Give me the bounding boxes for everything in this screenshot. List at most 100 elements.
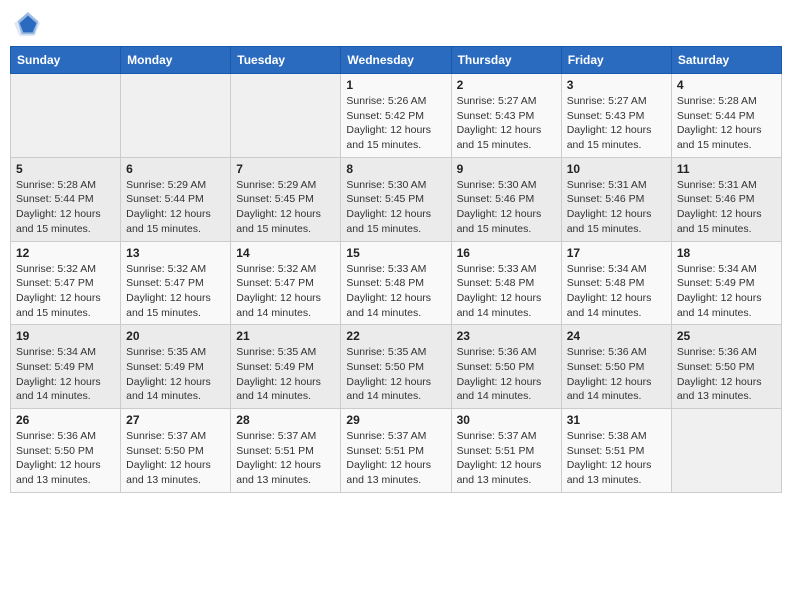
day-info: Sunrise: 5:36 AMSunset: 5:50 PMDaylight:… [567, 345, 666, 404]
calendar-cell: 29 Sunrise: 5:37 AMSunset: 5:51 PMDayligh… [341, 409, 451, 493]
calendar-cell: 5 Sunrise: 5:28 AMSunset: 5:44 PMDaylight… [11, 157, 121, 241]
day-info: Sunrise: 5:34 AMSunset: 5:49 PMDaylight:… [16, 345, 115, 404]
weekday-header-thursday: Thursday [451, 47, 561, 74]
weekday-header-sunday: Sunday [11, 47, 121, 74]
calendar-cell: 25 Sunrise: 5:36 AMSunset: 5:50 PMDayligh… [671, 325, 781, 409]
day-number: 19 [16, 329, 115, 343]
day-info: Sunrise: 5:36 AMSunset: 5:50 PMDaylight:… [16, 429, 115, 488]
day-number: 1 [346, 78, 445, 92]
day-number: 24 [567, 329, 666, 343]
weekday-header-monday: Monday [121, 47, 231, 74]
weekday-header-friday: Friday [561, 47, 671, 74]
day-number: 26 [16, 413, 115, 427]
calendar-cell: 28 Sunrise: 5:37 AMSunset: 5:51 PMDayligh… [231, 409, 341, 493]
day-number: 20 [126, 329, 225, 343]
day-info: Sunrise: 5:36 AMSunset: 5:50 PMDaylight:… [677, 345, 776, 404]
day-info: Sunrise: 5:36 AMSunset: 5:50 PMDaylight:… [457, 345, 556, 404]
day-info: Sunrise: 5:27 AMSunset: 5:43 PMDaylight:… [457, 94, 556, 153]
day-number: 23 [457, 329, 556, 343]
day-info: Sunrise: 5:35 AMSunset: 5:50 PMDaylight:… [346, 345, 445, 404]
day-number: 7 [236, 162, 335, 176]
day-number: 13 [126, 246, 225, 260]
calendar-cell: 27Sunrise: 5:37 AMSunset: 5:50 PMDayligh… [121, 409, 231, 493]
day-info: Sunrise: 5:32 AMSunset: 5:47 PMDaylight:… [126, 262, 225, 321]
day-info: Sunrise: 5:34 AMSunset: 5:48 PMDaylight:… [567, 262, 666, 321]
day-number: 3 [567, 78, 666, 92]
calendar-cell: 9 Sunrise: 5:30 AMSunset: 5:46 PMDaylight… [451, 157, 561, 241]
calendar-cell [231, 74, 341, 158]
day-number: 9 [457, 162, 556, 176]
calendar-cell: 19 Sunrise: 5:34 AMSunset: 5:49 PMDayligh… [11, 325, 121, 409]
day-number: 22 [346, 329, 445, 343]
day-info: Sunrise: 5:28 AMSunset: 5:44 PMDaylight:… [16, 178, 115, 237]
day-number: 12 [16, 246, 115, 260]
calendar-cell [671, 409, 781, 493]
day-info: Sunrise: 5:38 AMSunset: 5:51 PMDaylight:… [567, 429, 666, 488]
day-number: 10 [567, 162, 666, 176]
day-info: Sunrise: 5:35 AMSunset: 5:49 PMDaylight:… [236, 345, 335, 404]
calendar-cell: 22 Sunrise: 5:35 AMSunset: 5:50 PMDayligh… [341, 325, 451, 409]
day-info: Sunrise: 5:33 AMSunset: 5:48 PMDaylight:… [457, 262, 556, 321]
day-info: Sunrise: 5:33 AMSunset: 5:48 PMDaylight:… [346, 262, 445, 321]
calendar-cell: 10 Sunrise: 5:31 AMSunset: 5:46 PMDayligh… [561, 157, 671, 241]
calendar-cell: 26 Sunrise: 5:36 AMSunset: 5:50 PMDayligh… [11, 409, 121, 493]
day-info: Sunrise: 5:28 AMSunset: 5:44 PMDaylight:… [677, 94, 776, 153]
calendar-cell: 4 Sunrise: 5:28 AMSunset: 5:44 PMDaylight… [671, 74, 781, 158]
day-info: Sunrise: 5:27 AMSunset: 5:43 PMDaylight:… [567, 94, 666, 153]
calendar-cell: 3 Sunrise: 5:27 AMSunset: 5:43 PMDaylight… [561, 74, 671, 158]
calendar-cell: 21Sunrise: 5:35 AMSunset: 5:49 PMDayligh… [231, 325, 341, 409]
day-number: 25 [677, 329, 776, 343]
day-number: 5 [16, 162, 115, 176]
day-number: 28 [236, 413, 335, 427]
day-info: Sunrise: 5:35 AMSunset: 5:49 PMDaylight:… [126, 345, 225, 404]
calendar-cell: 12 Sunrise: 5:32 AMSunset: 5:47 PMDayligh… [11, 241, 121, 325]
calendar-cell: 8 Sunrise: 5:30 AMSunset: 5:45 PMDaylight… [341, 157, 451, 241]
calendar-cell [121, 74, 231, 158]
day-info: Sunrise: 5:29 AMSunset: 5:44 PMDaylight:… [126, 178, 225, 237]
logo-icon [14, 10, 42, 38]
day-info: Sunrise: 5:37 AMSunset: 5:50 PMDaylight:… [126, 429, 225, 488]
calendar-cell [11, 74, 121, 158]
day-number: 8 [346, 162, 445, 176]
day-info: Sunrise: 5:31 AMSunset: 5:46 PMDaylight:… [567, 178, 666, 237]
day-info: Sunrise: 5:37 AMSunset: 5:51 PMDaylight:… [236, 429, 335, 488]
day-number: 6 [126, 162, 225, 176]
day-info: Sunrise: 5:30 AMSunset: 5:45 PMDaylight:… [346, 178, 445, 237]
calendar-week-4: 19 Sunrise: 5:34 AMSunset: 5:49 PMDayligh… [11, 325, 782, 409]
calendar-cell: 14Sunrise: 5:32 AMSunset: 5:47 PMDayligh… [231, 241, 341, 325]
day-info: Sunrise: 5:31 AMSunset: 5:46 PMDaylight:… [677, 178, 776, 237]
calendar-cell: 24 Sunrise: 5:36 AMSunset: 5:50 PMDayligh… [561, 325, 671, 409]
day-number: 17 [567, 246, 666, 260]
calendar-cell: 30Sunrise: 5:37 AMSunset: 5:51 PMDayligh… [451, 409, 561, 493]
calendar-cell: 2 Sunrise: 5:27 AMSunset: 5:43 PMDaylight… [451, 74, 561, 158]
calendar-cell: 13 Sunrise: 5:32 AMSunset: 5:47 PMDayligh… [121, 241, 231, 325]
day-info: Sunrise: 5:26 AMSunset: 5:42 PMDaylight:… [346, 94, 445, 153]
calendar-cell: 17 Sunrise: 5:34 AMSunset: 5:48 PMDayligh… [561, 241, 671, 325]
calendar-cell: 20 Sunrise: 5:35 AMSunset: 5:49 PMDayligh… [121, 325, 231, 409]
weekday-header-wednesday: Wednesday [341, 47, 451, 74]
calendar-cell: 23 Sunrise: 5:36 AMSunset: 5:50 PMDayligh… [451, 325, 561, 409]
day-number: 16 [457, 246, 556, 260]
day-number: 14 [236, 246, 335, 260]
day-number: 31 [567, 413, 666, 427]
calendar-cell: 15Sunrise: 5:33 AMSunset: 5:48 PMDayligh… [341, 241, 451, 325]
day-info: Sunrise: 5:37 AMSunset: 5:51 PMDaylight:… [346, 429, 445, 488]
day-info: Sunrise: 5:30 AMSunset: 5:46 PMDaylight:… [457, 178, 556, 237]
calendar-week-5: 26 Sunrise: 5:36 AMSunset: 5:50 PMDayligh… [11, 409, 782, 493]
calendar-table: SundayMondayTuesdayWednesdayThursdayFrid… [10, 46, 782, 493]
day-number: 2 [457, 78, 556, 92]
day-info: Sunrise: 5:34 AMSunset: 5:49 PMDaylight:… [677, 262, 776, 321]
day-info: Sunrise: 5:37 AMSunset: 5:51 PMDaylight:… [457, 429, 556, 488]
day-number: 18 [677, 246, 776, 260]
day-info: Sunrise: 5:32 AMSunset: 5:47 PMDaylight:… [16, 262, 115, 321]
calendar-cell: 16 Sunrise: 5:33 AMSunset: 5:48 PMDayligh… [451, 241, 561, 325]
weekday-header-tuesday: Tuesday [231, 47, 341, 74]
day-number: 29 [346, 413, 445, 427]
day-number: 4 [677, 78, 776, 92]
page-header [10, 10, 782, 38]
calendar-cell: 31 Sunrise: 5:38 AMSunset: 5:51 PMDayligh… [561, 409, 671, 493]
logo [14, 10, 46, 38]
day-number: 11 [677, 162, 776, 176]
day-info: Sunrise: 5:29 AMSunset: 5:45 PMDaylight:… [236, 178, 335, 237]
calendar-cell: 6 Sunrise: 5:29 AMSunset: 5:44 PMDaylight… [121, 157, 231, 241]
